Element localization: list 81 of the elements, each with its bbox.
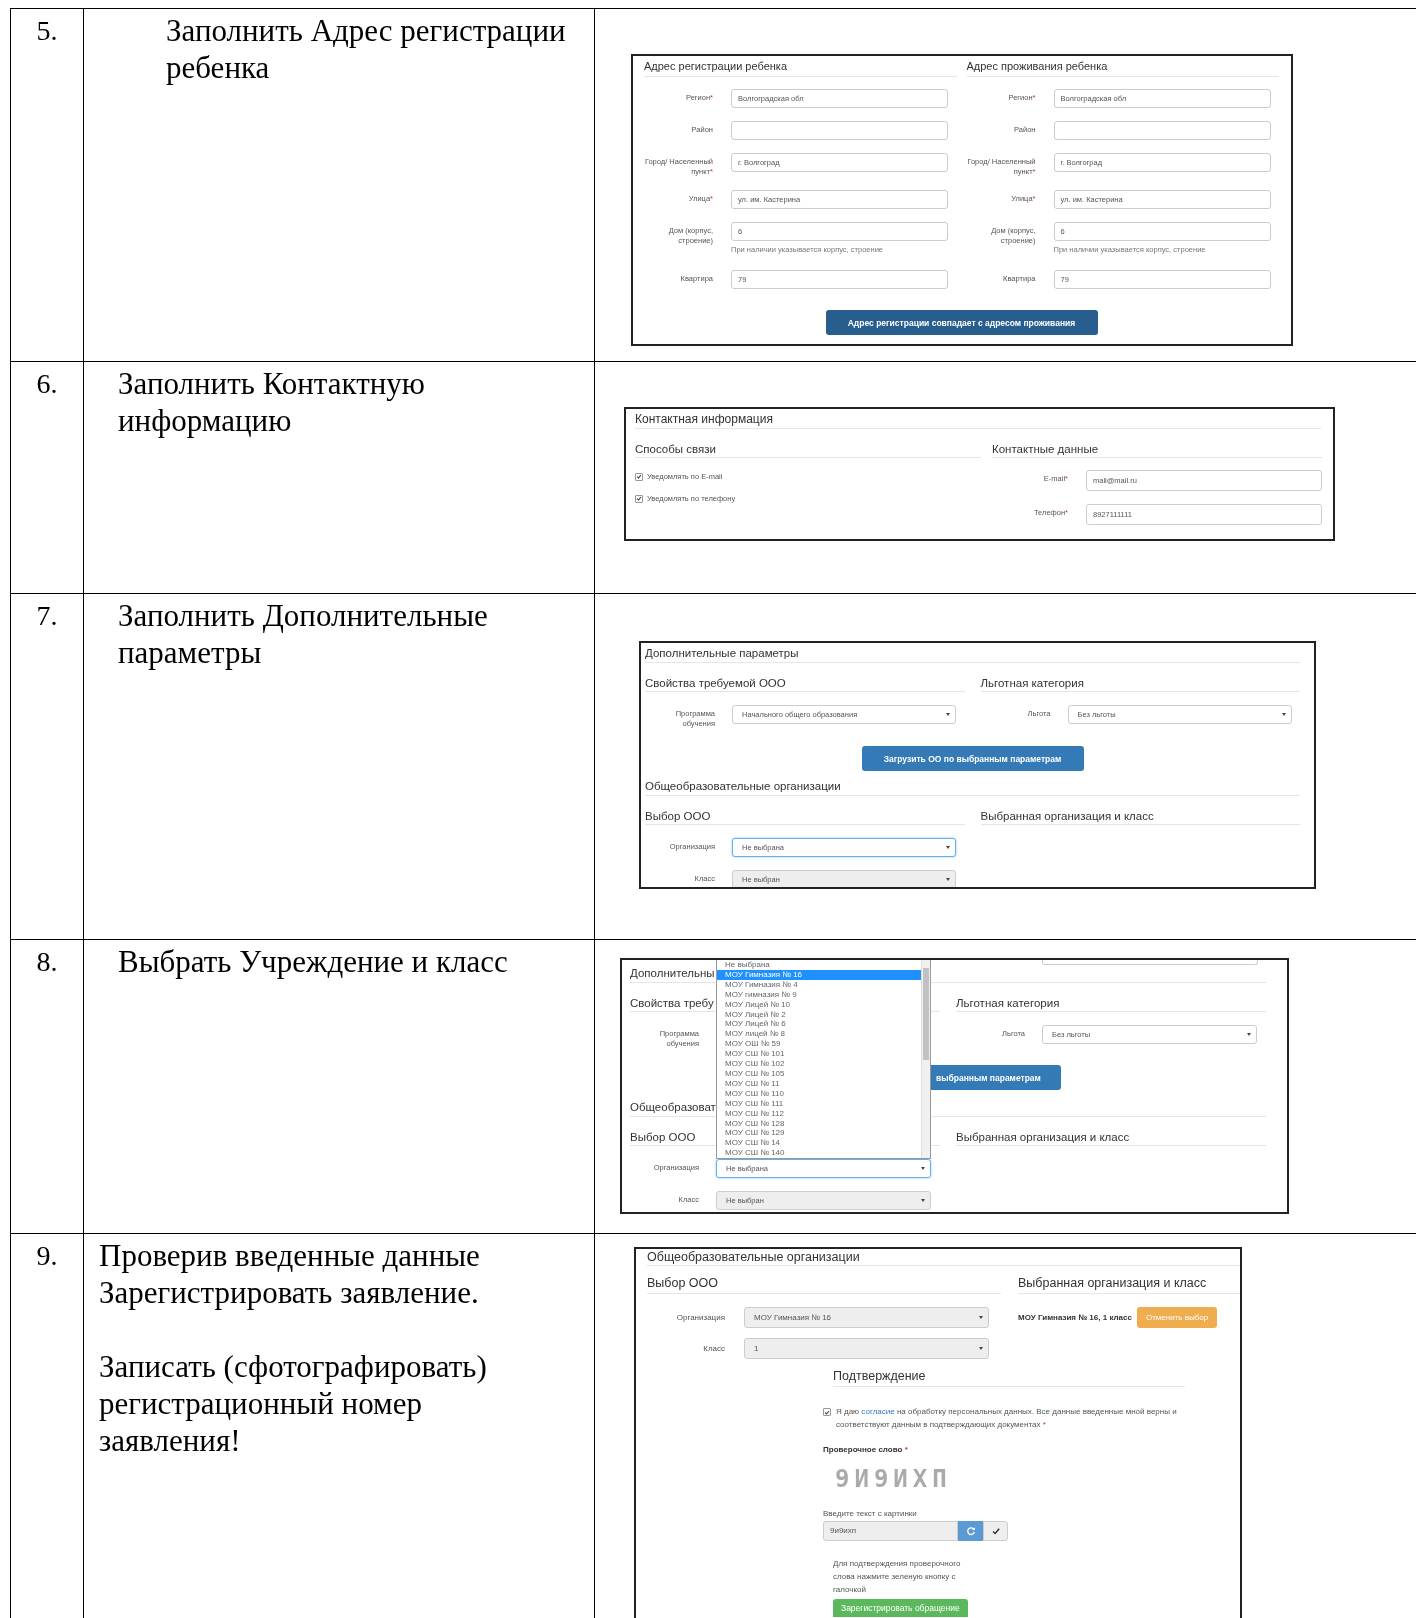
section-heading: Контактная информация (635, 412, 773, 426)
caret-icon (946, 713, 950, 716)
step-number: 6. (36, 368, 58, 399)
section-heading: Выбор ООО (645, 810, 711, 822)
consent-text: Я даю согласие на обработку персональных данных. Все данные введенные мной верны и соответствуют данным в подтверждающих документах * (836, 1406, 1178, 1431)
dropdown-option[interactable]: МОУ ОШ № 59 (717, 1039, 921, 1050)
section-heading: Выбранная организация и класс (956, 1131, 1130, 1143)
caret-icon (946, 878, 950, 881)
caret-icon (1247, 1033, 1251, 1036)
section-heading: Общеобразовательные организации (645, 780, 841, 792)
caret-icon (979, 1316, 983, 1319)
dropdown-option[interactable]: МОУ СШ № 14 (717, 1138, 921, 1149)
load-organizations-button[interactable]: Загрузить ОО по выбранным параметрам (861, 746, 1084, 771)
section-heading: Адрес регистрации ребенка (644, 60, 787, 72)
caret-icon (979, 1347, 983, 1350)
text-field[interactable] (1053, 121, 1271, 140)
instruction-text: Проверив введенные данные Зарегистрировать заявление. (99, 1237, 481, 1311)
section-heading: Выбранная организация и класс (1018, 1276, 1207, 1290)
dropdown-option[interactable]: МОУ СШ № 128 (717, 1118, 921, 1129)
section-heading: Общеобразовательные организации (647, 1250, 860, 1264)
dropdown-option[interactable]: МОУ СШ № 112 (717, 1108, 921, 1119)
scrollbar-thumb[interactable] (923, 968, 929, 1060)
instruction-text: Заполнить Контактную информацию (118, 365, 426, 439)
step-number: 5. (36, 15, 58, 46)
dropdown-option[interactable]: МОУ СШ № 140 (717, 1148, 921, 1158)
dropdown-option[interactable]: МОУ СШ № 110 (717, 1088, 921, 1099)
captcha-label: Проверочное слово * (823, 1444, 909, 1456)
section-heading: Выбранная организация и класс (980, 810, 1154, 822)
help-text: Для подтверждения проверочного слова нажмите зеленую кнопку с галочкой (833, 1558, 962, 1596)
consent-link[interactable]: согласие (861, 1407, 895, 1416)
dropdown-option[interactable]: МОУ СШ № 101 (717, 1049, 921, 1060)
section-heading: Свойства требуемой ООО (645, 677, 786, 689)
caret-icon (1281, 713, 1286, 716)
checkbox[interactable] (823, 1408, 831, 1416)
dropdown-option[interactable]: МОУ гимназия № 9 (717, 989, 921, 1000)
text-field[interactable] (731, 121, 948, 140)
dropdown-option[interactable]: МОУ Гимназия № 4 (717, 979, 921, 990)
section-heading: Дополнительны (630, 967, 715, 979)
section-heading: Контактные данные (992, 443, 1099, 455)
captcha-image: 9И9ИХП (835, 1466, 952, 1493)
dropdown-option[interactable]: МОУ СШ № 129 (717, 1128, 921, 1139)
check-icon (990, 1526, 1001, 1536)
step-number: 8. (36, 946, 58, 977)
caret-icon (921, 1199, 925, 1202)
dropdown-option[interactable]: МОУ лицей № 8 (717, 1029, 921, 1040)
field-label: Организация (675, 1312, 725, 1323)
field-label: Введите текст с картинки (823, 1508, 918, 1520)
field-label: Класс (702, 1343, 725, 1354)
instruction-text: Заполнить Дополнительные параметры (118, 597, 489, 671)
dropdown-option[interactable]: МОУ Лицей № 6 (717, 1019, 921, 1030)
caret-icon (921, 1167, 925, 1170)
checkbox[interactable] (635, 494, 643, 503)
section-heading: Адрес проживания ребенка (966, 60, 1108, 72)
selected-organization: МОУ Гимназия № 16, 1 класс (1018, 1313, 1132, 1322)
dropdown-option[interactable]: МОУ СШ № 111 (717, 1098, 921, 1109)
checkbox[interactable] (635, 472, 643, 481)
instruction-text: Записать (сфотографировать) регистрационный номер заявления! (99, 1348, 488, 1459)
caret-icon (946, 846, 950, 849)
section-heading: Свойства требу (630, 997, 714, 1009)
step-number: 9. (36, 1240, 58, 1271)
section-heading: Выбор ООО (647, 1276, 719, 1290)
verify-button[interactable] (983, 1521, 1008, 1541)
dropdown-option[interactable]: МОУ Лицей № 2 (717, 1009, 921, 1020)
section-heading: Выбор ООО (630, 1131, 696, 1143)
section-heading: Способы связи (635, 443, 716, 455)
dropdown-option[interactable]: МОУ Лицей № 10 (717, 999, 921, 1010)
instruction-text: Заполнить Адрес регистрации ребенка (166, 12, 567, 86)
same-address-button[interactable]: Адрес регистрации совпадает с адресом проживания (825, 310, 1098, 335)
text-field[interactable] (1042, 960, 1258, 965)
section-heading: Льготная категория (980, 677, 1084, 689)
dropdown-option[interactable]: Не выбрана (717, 960, 921, 970)
refresh-button[interactable] (958, 1521, 983, 1541)
refresh-icon (965, 1526, 976, 1536)
captcha-field[interactable]: 9и9ихп (823, 1521, 958, 1541)
section-heading: Подтверждение (833, 1369, 926, 1383)
step-number: 7. (36, 600, 58, 631)
section-heading: Дополнительные параметры (645, 647, 799, 659)
section-heading: Льготная категория (956, 997, 1060, 1009)
instruction-text: Выбрать Учреждение и класс (118, 943, 509, 980)
scrollbar[interactable] (921, 960, 930, 1158)
section-heading: Общеобразоват (630, 1101, 716, 1113)
